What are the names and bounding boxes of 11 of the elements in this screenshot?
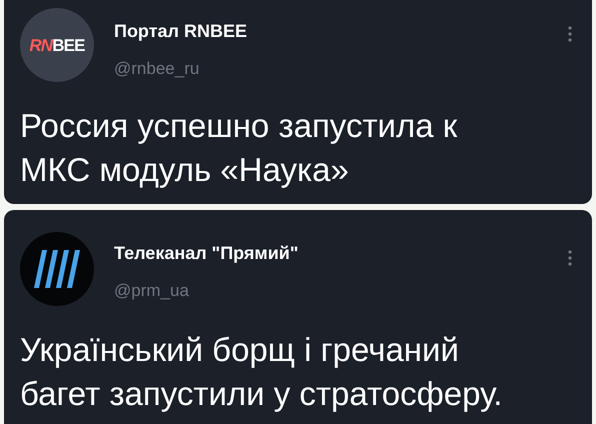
author-handle[interactable]: @rnbee_ru: [114, 58, 200, 80]
logo-text: BEE: [52, 36, 85, 54]
author-name[interactable]: Портал RNBEE: [114, 20, 247, 42]
author-handle[interactable]: @prm_ua: [114, 280, 189, 302]
stripes-icon: [34, 250, 80, 288]
more-icon[interactable]: [568, 250, 572, 266]
author-name[interactable]: Телеканал "Прямий": [114, 242, 298, 264]
tweet-text: Россия успешно запустила к МКС модуль «Наука»: [20, 106, 458, 190]
logo-text: RN: [29, 36, 52, 54]
more-icon[interactable]: [568, 26, 572, 42]
tweet-text: Український борщ і гречаний багет запустили у стратосферу.: [20, 330, 504, 414]
